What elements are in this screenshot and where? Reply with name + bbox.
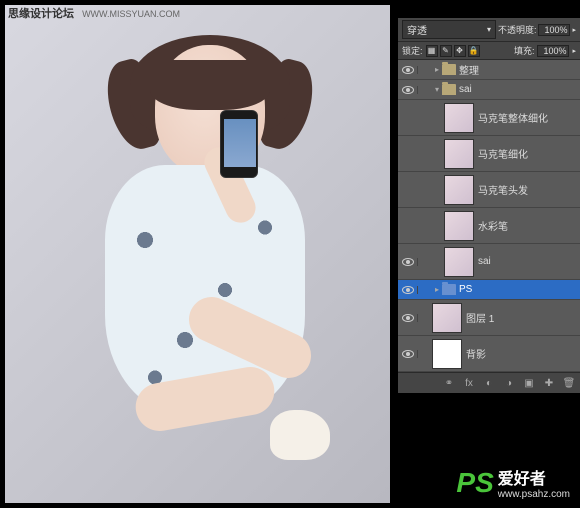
layer-mask-icon[interactable]: ◐	[482, 376, 496, 390]
forum-name: 思缘设计论坛	[8, 8, 74, 20]
layer-row[interactable]: ▸ PS	[398, 280, 580, 300]
ps-logo: PS	[456, 467, 493, 499]
layer-row[interactable]: sai	[398, 244, 580, 280]
eye-icon	[402, 286, 414, 294]
lock-transparency-icon[interactable]: ▦	[426, 45, 438, 57]
layer-name-label[interactable]: sai	[459, 84, 472, 95]
opacity-flyout-icon[interactable]: ▸	[572, 26, 576, 34]
fill-input[interactable]: 100%	[537, 45, 569, 57]
layer-name-label[interactable]: sai	[478, 256, 491, 267]
layer-list: ▸ 整理 ▾ sai 马克笔整体细化马克笔细化马克笔头发水彩笔 sai ▸ PS 图层 1 背影	[398, 60, 580, 372]
folder-icon	[442, 84, 456, 95]
lock-position-icon[interactable]: ✥	[454, 45, 466, 57]
layer-thumbnail[interactable]	[444, 175, 474, 205]
layer-fx-icon[interactable]: fx	[462, 376, 476, 390]
layer-name-label[interactable]: 整理	[459, 62, 479, 77]
layer-thumbnail[interactable]	[444, 139, 474, 169]
visibility-toggle[interactable]	[398, 286, 418, 294]
layer-thumbnail[interactable]	[444, 211, 474, 241]
lock-all-icon[interactable]: 🔒	[468, 45, 480, 57]
eye-icon	[402, 66, 414, 74]
bottom-watermark: PS 爱好者 www.psahz.com	[456, 465, 570, 500]
new-layer-icon[interactable]: ✚	[542, 376, 556, 390]
layer-name-label[interactable]: 水彩笔	[478, 218, 508, 233]
layer-name-label[interactable]: 马克笔细化	[478, 146, 528, 161]
visibility-toggle[interactable]	[398, 66, 418, 74]
lock-row: 锁定: ▦ ✎ ✥ 🔒 填充: 100% ▸	[398, 42, 580, 60]
delete-layer-icon[interactable]: 🗑	[562, 376, 576, 390]
eye-icon	[402, 258, 414, 266]
photo-figure	[35, 35, 365, 495]
layer-row[interactable]: 背影	[398, 336, 580, 372]
layer-thumbnail[interactable]	[444, 247, 474, 277]
folder-icon	[442, 64, 456, 75]
new-group-icon[interactable]: ▣	[522, 376, 536, 390]
blend-mode-dropdown[interactable]: 穿透 ▾	[402, 20, 496, 39]
layers-panel: 穿透 ▾ 不透明度: 100% ▸ 锁定: ▦ ✎ ✥ 🔒 填充: 100% ▸…	[398, 18, 580, 393]
blend-mode-value: 穿透	[407, 22, 427, 37]
layer-thumbnail[interactable]	[444, 103, 474, 133]
layer-row[interactable]: 水彩笔	[398, 208, 580, 244]
layer-row[interactable]: 图层 1	[398, 300, 580, 336]
canvas-viewport[interactable]	[5, 5, 390, 503]
adjustment-layer-icon[interactable]: ◑	[502, 376, 516, 390]
eye-icon	[402, 350, 414, 358]
layer-name-label[interactable]: 背影	[466, 346, 486, 361]
layer-row[interactable]: ▾ sai	[398, 80, 580, 100]
blend-mode-row: 穿透 ▾ 不透明度: 100% ▸	[398, 18, 580, 42]
layer-thumbnail[interactable]	[432, 303, 462, 333]
eye-icon	[402, 314, 414, 322]
lock-label: 锁定:	[402, 44, 423, 57]
visibility-toggle[interactable]	[398, 314, 418, 322]
expand-icon[interactable]: ▸	[432, 65, 442, 74]
ps-url: www.psahz.com	[498, 489, 570, 500]
layer-name-label[interactable]: PS	[459, 284, 472, 295]
layer-name-label[interactable]: 马克笔头发	[478, 182, 528, 197]
top-watermark: 思缘设计论坛 WWW.MISSYUAN.COM	[8, 5, 180, 21]
opacity-label: 不透明度:	[498, 23, 537, 36]
layer-name-label[interactable]: 马克笔整体细化	[478, 110, 548, 125]
folder-icon	[442, 284, 456, 295]
layers-footer: ⚭ fx ◐ ◑ ▣ ✚ 🗑	[398, 372, 580, 393]
fill-flyout-icon[interactable]: ▸	[572, 47, 576, 55]
forum-url: WWW.MISSYUAN.COM	[82, 9, 180, 19]
layer-name-label[interactable]: 图层 1	[466, 310, 494, 325]
layer-row[interactable]: 马克笔细化	[398, 136, 580, 172]
visibility-toggle[interactable]	[398, 86, 418, 94]
lock-pixels-icon[interactable]: ✎	[440, 45, 452, 57]
collapse-icon[interactable]: ▾	[432, 85, 442, 94]
expand-icon[interactable]: ▸	[432, 285, 442, 294]
layer-row[interactable]: 马克笔头发	[398, 172, 580, 208]
layer-row[interactable]: ▸ 整理	[398, 60, 580, 80]
opacity-input[interactable]: 100%	[538, 24, 570, 36]
visibility-toggle[interactable]	[398, 350, 418, 358]
chevron-down-icon: ▾	[487, 25, 491, 34]
visibility-toggle[interactable]	[398, 258, 418, 266]
layer-row[interactable]: 马克笔整体细化	[398, 100, 580, 136]
link-layers-icon[interactable]: ⚭	[442, 376, 456, 390]
layer-thumbnail[interactable]	[432, 339, 462, 369]
fill-label: 填充:	[514, 44, 535, 57]
ps-lover-text: 爱好者	[498, 465, 570, 489]
eye-icon	[402, 86, 414, 94]
